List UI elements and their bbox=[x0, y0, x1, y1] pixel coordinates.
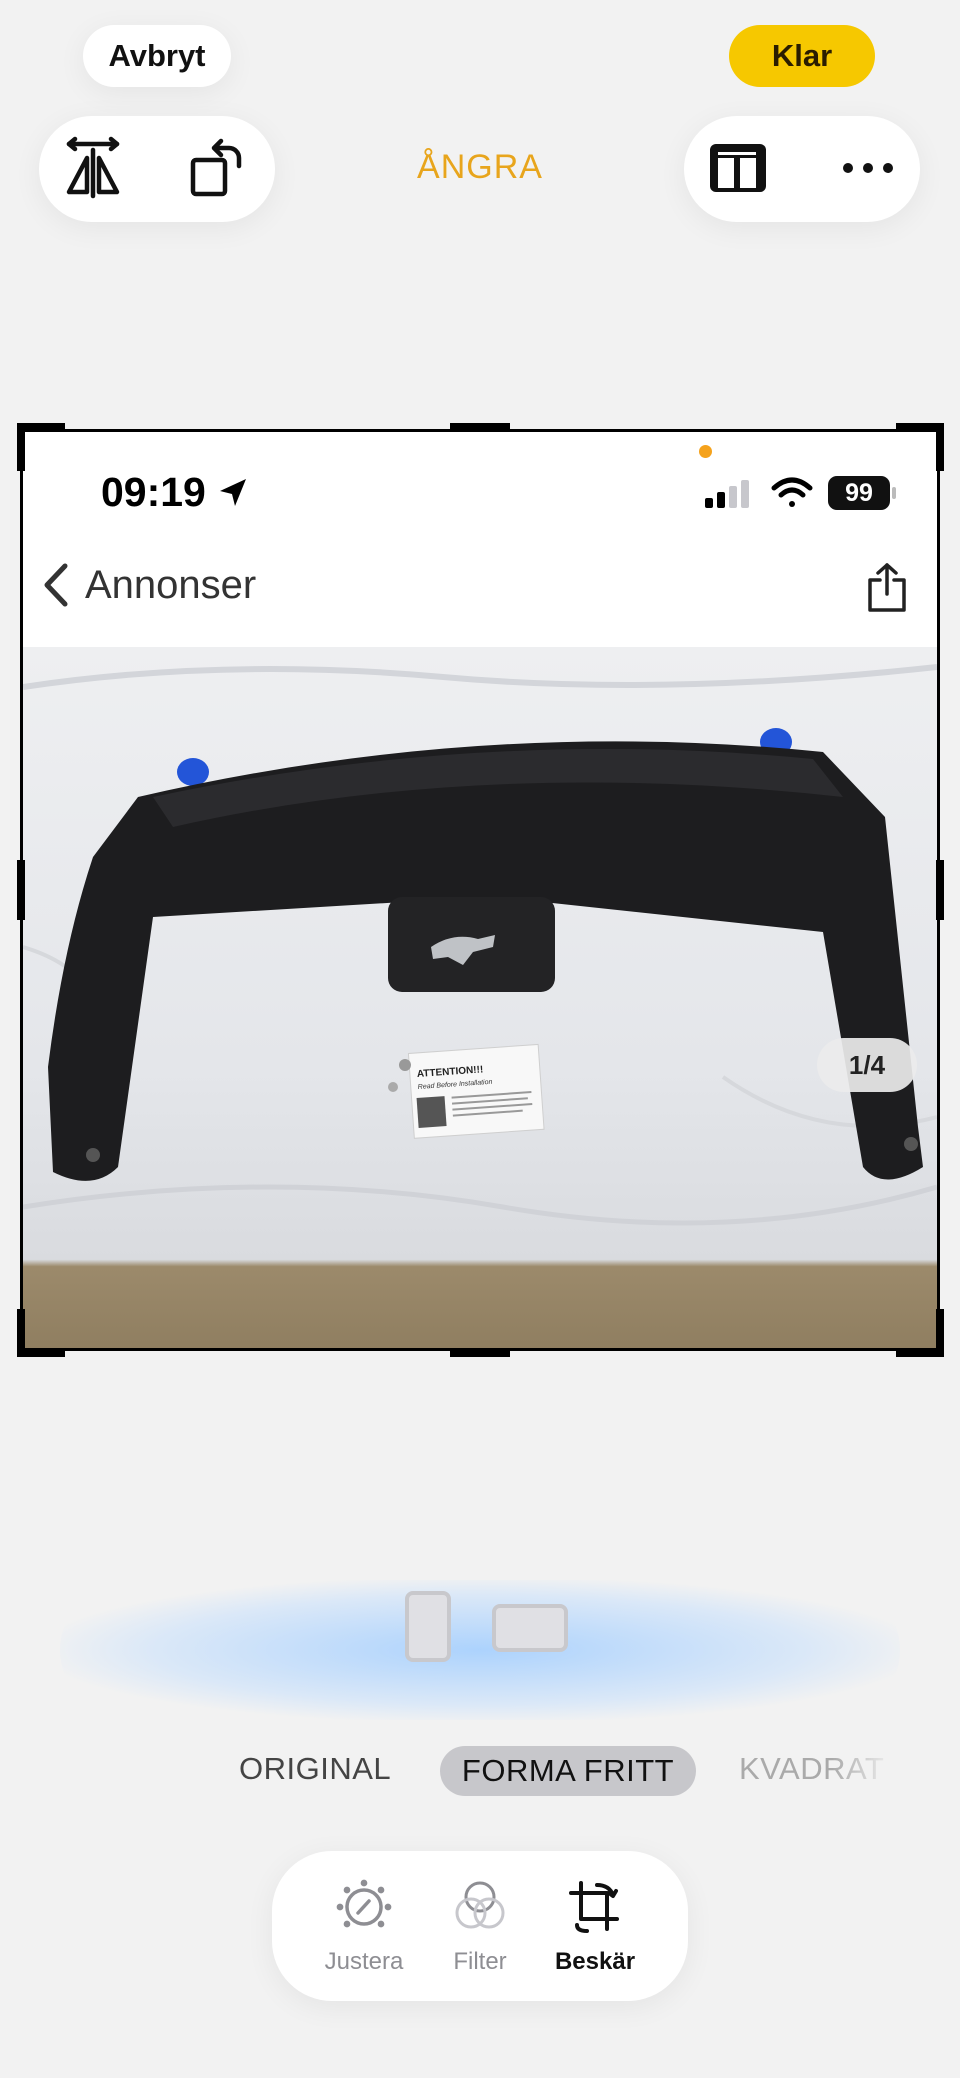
back-label: Annonser bbox=[85, 562, 257, 607]
battery-tip bbox=[892, 487, 896, 499]
flip-horizontal-icon[interactable] bbox=[61, 136, 125, 200]
filter-icon bbox=[455, 1881, 505, 1929]
crop-handle-bottom-right-v[interactable] bbox=[936, 1309, 944, 1357]
crop-canvas[interactable]: 09:19 99 Annonser ATTENTION!!! Read Befo… bbox=[20, 429, 940, 1351]
wifi-icon bbox=[771, 476, 813, 510]
more-icon[interactable] bbox=[842, 158, 894, 178]
signal-icon bbox=[705, 480, 753, 508]
undo-button[interactable]: ÅNGRA bbox=[380, 148, 580, 187]
portrait-orientation-button[interactable] bbox=[405, 1591, 451, 1662]
page-indicator: 1/4 bbox=[817, 1038, 917, 1092]
aspect-tools bbox=[684, 116, 920, 222]
product-photo-art: ATTENTION!!! Read Before Installation bbox=[23, 664, 937, 1226]
status-time: 09:19 bbox=[101, 469, 250, 516]
preset-freeform[interactable]: FORMA FRITT bbox=[440, 1746, 696, 1796]
transform-tools bbox=[39, 116, 275, 222]
battery-indicator: 99 bbox=[828, 476, 890, 510]
crop-handle-bottom[interactable] bbox=[450, 1349, 510, 1357]
crop-handle-right[interactable] bbox=[936, 860, 944, 920]
tab-filter[interactable]: Filter bbox=[425, 1879, 535, 1976]
preset-square[interactable]: KVADRAT bbox=[739, 1751, 894, 1787]
tab-crop-label: Beskär bbox=[554, 1948, 636, 1975]
done-button[interactable]: Klar bbox=[729, 25, 875, 87]
crop-icon bbox=[569, 1881, 619, 1933]
aspect-glow bbox=[60, 1580, 900, 1720]
rotate-icon[interactable] bbox=[185, 136, 249, 200]
crop-handle-top-right-v[interactable] bbox=[936, 423, 944, 471]
aspect-ratio-icon[interactable] bbox=[708, 142, 768, 194]
crop-handle-left[interactable] bbox=[17, 860, 25, 920]
back-to-listings[interactable]: Annonser bbox=[41, 562, 256, 608]
share-icon[interactable] bbox=[866, 562, 908, 614]
tab-adjust[interactable]: Justera bbox=[309, 1879, 419, 1976]
chevron-left-icon bbox=[44, 563, 68, 607]
landscape-orientation-button[interactable] bbox=[492, 1604, 568, 1652]
location-arrow-icon bbox=[219, 478, 246, 506]
privacy-indicator bbox=[699, 445, 712, 458]
edit-mode-tabbar: Justera Filter Beskär bbox=[272, 1851, 688, 2001]
crop-handle-top[interactable] bbox=[450, 423, 510, 431]
tab-adjust-label: Justera bbox=[324, 1948, 404, 1975]
cancel-button[interactable]: Avbryt bbox=[83, 25, 231, 87]
preset-original[interactable]: ORIGINAL bbox=[239, 1751, 391, 1787]
adjust-icon bbox=[336, 1879, 392, 1928]
crop-handle-top-left-v[interactable] bbox=[17, 423, 25, 471]
tab-filter-label: Filter bbox=[453, 1948, 507, 1975]
crop-handle-bottom-left-v[interactable] bbox=[17, 1309, 25, 1357]
tab-crop[interactable]: Beskär bbox=[540, 1879, 650, 1976]
listing-photo: ATTENTION!!! Read Before Installation bbox=[23, 647, 937, 1348]
